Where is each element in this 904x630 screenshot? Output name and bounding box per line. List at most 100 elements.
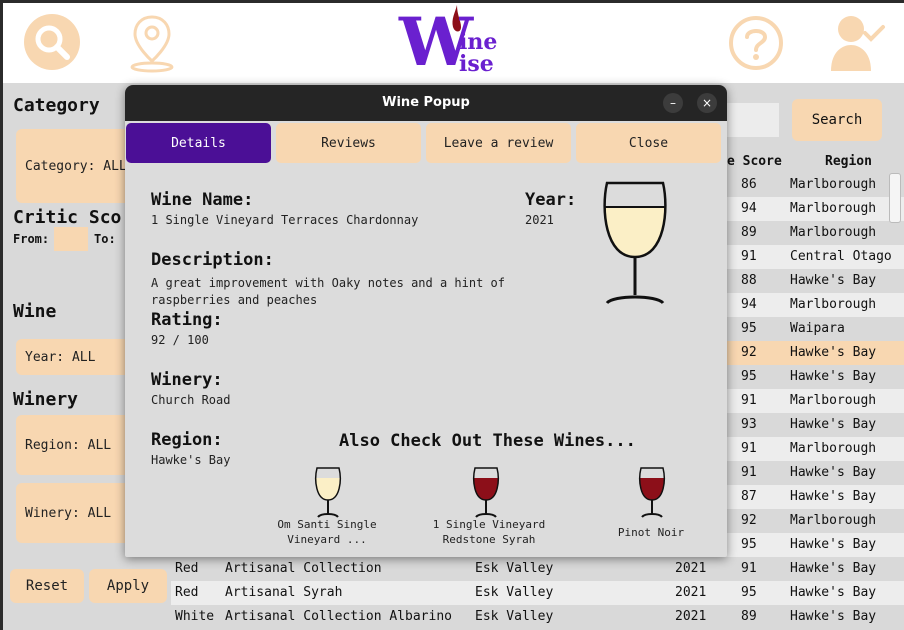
cell-score: 86: [741, 177, 757, 192]
region-label: Region:: [151, 430, 223, 450]
cell-region: Marlborough: [790, 297, 877, 312]
from-label: From:: [13, 232, 50, 246]
cell-region: Hawke's Bay: [790, 369, 877, 384]
rating-label: Rating:: [151, 310, 223, 330]
cell-region: Hawke's Bay: [790, 561, 877, 576]
cell-score: 91: [741, 249, 757, 264]
cell-region: Hawke's Bay: [790, 585, 877, 600]
cell-region: Marlborough: [790, 441, 877, 456]
cell-score: 95: [741, 321, 757, 336]
to-label: To:: [94, 232, 116, 246]
white-wine-glass-icon: [603, 181, 667, 305]
wine-popup-window: Wine Popup – × Details Reviews Leave a r…: [125, 85, 727, 557]
minimize-button[interactable]: –: [663, 93, 683, 113]
cell-score: 88: [741, 273, 757, 288]
cell-winery: Esk Valley: [475, 561, 554, 576]
location-icon[interactable]: [127, 13, 177, 73]
wine-heading: Wine: [13, 301, 57, 322]
logo-ise: ise: [459, 51, 494, 77]
table-row[interactable]: Red Artisanal Collection Esk Valley 2021 91 H…: [171, 557, 904, 581]
cell-region: Waipara: [790, 321, 845, 336]
recommendation-1-wine-glass-icon[interactable]: [313, 466, 343, 518]
cell-winery: Esk Valley: [475, 609, 554, 624]
user-check-icon[interactable]: [829, 13, 887, 73]
cell-region: Hawke's Bay: [790, 609, 877, 624]
cell-score: 93: [741, 417, 757, 432]
category-heading: Category: [13, 95, 100, 116]
cell-score: 89: [741, 609, 757, 624]
cell-color: White: [175, 609, 215, 624]
cell-region: Marlborough: [790, 201, 877, 216]
tab-close[interactable]: Close: [576, 123, 721, 163]
cell-name: Artisanal Syrah: [225, 585, 343, 600]
search-icon[interactable]: [23, 13, 81, 71]
cell-score: 89: [741, 225, 757, 240]
cell-score: 94: [741, 297, 757, 312]
wine-name-label: Wine Name:: [151, 190, 254, 210]
top-bar: W ine ise: [3, 3, 904, 83]
cell-region: Hawke's Bay: [790, 537, 877, 552]
column-header-score[interactable]: e Score: [727, 154, 782, 169]
cell-score: 94: [741, 201, 757, 216]
recommendation-2-wine-glass-icon[interactable]: [471, 466, 501, 518]
cell-color: Red: [175, 561, 199, 576]
cell-region: Marlborough: [790, 177, 877, 192]
tab-reviews[interactable]: Reviews: [276, 123, 421, 163]
cell-score: 95: [741, 537, 757, 552]
tab-details[interactable]: Details: [126, 123, 271, 163]
column-header-region[interactable]: Region: [825, 154, 872, 169]
cell-region: Marlborough: [790, 513, 877, 528]
close-window-button[interactable]: ×: [697, 93, 717, 113]
score-from-input[interactable]: [54, 227, 88, 251]
winery-heading: Winery: [13, 389, 79, 410]
cell-region: Hawke's Bay: [790, 345, 877, 360]
wine-name-value: 1 Single Vineyard Terraces Chardonnay: [151, 213, 419, 227]
help-icon[interactable]: [728, 15, 784, 71]
cell-region: Hawke's Bay: [790, 417, 877, 432]
wine-wise-app: W ine ise Category Category: ALL Critic …: [3, 3, 904, 630]
recommendation-3-wine-glass-icon[interactable]: [637, 466, 667, 518]
winewise-logo: W ine ise: [399, 5, 509, 79]
cell-score: 95: [741, 369, 757, 384]
table-row[interactable]: White Artisanal Collection Albarino Esk Va…: [171, 605, 904, 629]
description-value: A great improvement with Oaky notes and …: [151, 276, 506, 307]
cell-region: Hawke's Bay: [790, 465, 877, 480]
search-button[interactable]: Search: [792, 99, 882, 141]
cell-score: 91: [741, 393, 757, 408]
rating-value: 92 / 100: [151, 333, 209, 347]
reset-button[interactable]: Reset: [10, 569, 84, 603]
recommendation-2-name[interactable]: 1 Single Vineyard Redstone Syrah: [421, 517, 557, 547]
search-input[interactable]: [723, 103, 779, 137]
cell-region: Marlborough: [790, 225, 877, 240]
region-value: Hawke's Bay: [151, 453, 231, 467]
cell-score: 92: [741, 513, 757, 528]
cell-year: 2021: [675, 585, 707, 600]
cell-region: Marlborough: [790, 393, 877, 408]
cell-year: 2021: [675, 609, 707, 624]
table-row[interactable]: Red Artisanal Syrah Esk Valley 2021 95 Hawke'…: [171, 581, 904, 605]
cell-region: Central Otago: [790, 249, 892, 264]
apply-button[interactable]: Apply: [89, 569, 167, 603]
cell-region: Hawke's Bay: [790, 273, 877, 288]
cell-score: 91: [741, 441, 757, 456]
tab-leave-review[interactable]: Leave a review: [426, 123, 571, 163]
popup-title: Wine Popup: [382, 95, 470, 110]
also-check-heading: Also Check Out These Wines...: [339, 431, 636, 451]
cell-name: Artisanal Collection Albarino: [225, 609, 452, 624]
recommendation-3-name[interactable]: Pinot Noir: [591, 525, 711, 540]
cell-score: 95: [741, 585, 757, 600]
cell-score: 91: [741, 561, 757, 576]
year-label: Year:: [525, 190, 577, 210]
cell-color: Red: [175, 585, 199, 600]
cell-score: 87: [741, 489, 757, 504]
critic-score-heading: Critic Sco: [13, 207, 122, 228]
cell-name: Artisanal Collection: [225, 561, 382, 576]
year-value: 2021: [525, 213, 554, 227]
cell-score: 92: [741, 345, 757, 360]
cell-region: Hawke's Bay: [790, 489, 877, 504]
cell-year: 2021: [675, 561, 707, 576]
table-scrollbar[interactable]: [889, 173, 901, 223]
recommendation-1-name[interactable]: Om Santi Single Vineyard ...: [267, 517, 387, 547]
description-label: Description:: [151, 250, 274, 270]
cell-score: 91: [741, 465, 757, 480]
